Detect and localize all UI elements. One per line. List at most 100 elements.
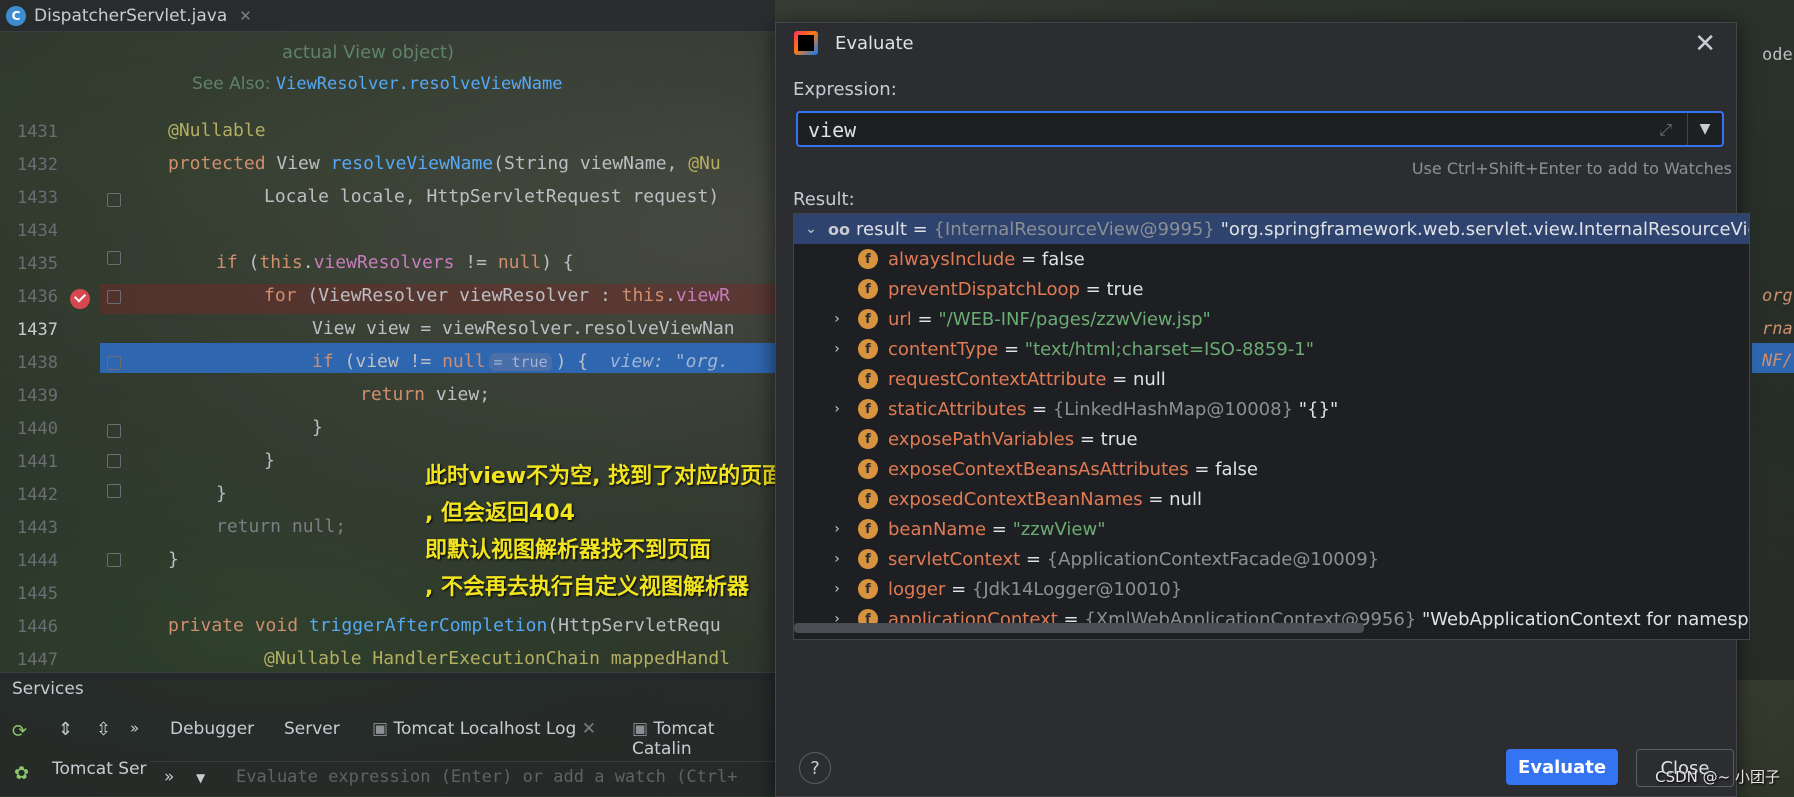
field-text: servletContext = {ApplicationContextFaca…: [888, 548, 1380, 570]
field-row[interactable]: f preventDispatchLoop = true: [794, 274, 1749, 304]
expression-input[interactable]: [806, 115, 1670, 145]
chevron-right-icon[interactable]: ›: [830, 551, 844, 567]
chevron-right-icon[interactable]: ›: [830, 311, 844, 327]
dropdown-icon[interactable]: ▼: [196, 771, 205, 785]
code-line-1441: }: [264, 450, 275, 471]
fold-marker-icon[interactable]: [107, 424, 121, 438]
code-line-1443: return null;: [216, 516, 347, 537]
more-chevron-icon[interactable]: »: [164, 767, 174, 787]
evaluate-button[interactable]: Evaluate: [1506, 749, 1618, 785]
tab-tomcat-localhost-log[interactable]: ▣ Tomcat Localhost Log ✕: [372, 719, 596, 739]
code-line-1442: }: [216, 483, 227, 504]
field-row[interactable]: › f url = "/WEB-INF/pages/zzwView.jsp": [794, 304, 1749, 334]
fold-marker-icon[interactable]: [107, 251, 121, 265]
close-tab-icon[interactable]: ✕: [239, 7, 252, 25]
collapse-all-icon[interactable]: ⇳: [96, 719, 111, 740]
field-text: exposePathVariables = true: [888, 428, 1138, 450]
rerun-icon[interactable]: ⟳: [12, 721, 27, 742]
field-text: messageSourceAccessor = {MessageSourceAc…: [888, 639, 1456, 640]
fold-marker-icon[interactable]: [107, 484, 121, 498]
field-row[interactable]: ›fmessageSourceAccessor = {MessageSource…: [794, 634, 1749, 640]
line-number[interactable]: 1446: [0, 617, 58, 637]
help-button[interactable]: ?: [799, 752, 831, 784]
java-class-icon: C: [6, 5, 26, 26]
code-line-1440: }: [312, 417, 323, 438]
field-row[interactable]: › f logger = {Jdk14Logger@10010}: [794, 574, 1749, 604]
line-number[interactable]: 1438: [0, 353, 58, 373]
field-icon: f: [858, 579, 878, 599]
field-value: true: [1106, 278, 1144, 300]
field-icon: f: [858, 369, 878, 389]
fold-marker-icon[interactable]: [107, 356, 121, 370]
close-tab-icon[interactable]: ✕: [582, 719, 596, 739]
close-icon[interactable]: ✕: [1694, 29, 1716, 59]
expand-editor-icon[interactable]: ⤢: [1659, 120, 1672, 140]
field-icon: f: [858, 489, 878, 509]
line-number[interactable]: 1439: [0, 386, 58, 406]
breakpoint-icon[interactable]: [70, 289, 90, 309]
annotation-line: 此时view不为空, 找到了对应的页面: [425, 464, 785, 489]
right-edge-fragment: org: [1762, 286, 1793, 306]
field-text: contentType = "text/html;charset=ISO-885…: [888, 338, 1314, 360]
fold-marker-icon[interactable]: [107, 193, 121, 207]
evaluate-expression-bar[interactable]: » ▼ Evaluate expression (Enter) or add a…: [150, 761, 775, 794]
line-number[interactable]: 1436: [0, 287, 58, 307]
right-edge-fragment: NF/: [1762, 351, 1793, 371]
expression-field[interactable]: ⤢ ▼: [796, 111, 1724, 147]
line-number[interactable]: 1435: [0, 254, 58, 274]
code-line-1436: for (ViewResolver viewResolver : this.vi…: [264, 285, 731, 306]
field-row[interactable]: f exposePathVariables = true: [794, 424, 1749, 454]
tab-tomcat-catalina-log[interactable]: ▣ Tomcat Catalin: [632, 719, 775, 759]
line-number[interactable]: 1441: [0, 452, 58, 472]
chevron-right-icon[interactable]: ›: [830, 401, 844, 417]
field-row[interactable]: f alwaysInclude = false: [794, 244, 1749, 274]
line-number[interactable]: 1447: [0, 650, 58, 670]
chevron-right-icon[interactable]: ›: [830, 341, 844, 357]
more-chevron-icon[interactable]: »: [130, 719, 139, 737]
line-number[interactable]: 1432: [0, 155, 58, 175]
result-tree[interactable]: ⌄ oo result = {InternalResourceView@9995…: [793, 213, 1750, 640]
line-number[interactable]: 1442: [0, 485, 58, 505]
field-text: logger = {Jdk14Logger@10010}: [888, 578, 1183, 600]
see-also-link[interactable]: ViewResolver.resolveViewName: [276, 74, 563, 94]
chevron-right-icon[interactable]: ›: [830, 581, 844, 597]
line-number[interactable]: 1440: [0, 419, 58, 439]
fold-marker-icon[interactable]: [107, 553, 121, 567]
field-row[interactable]: f exposedContextBeanNames = null: [794, 484, 1749, 514]
code-line-1437: View view = viewResolver.resolveViewNan: [312, 318, 735, 339]
line-number[interactable]: 1443: [0, 518, 58, 538]
result-root-row[interactable]: ⌄ oo result = {InternalResourceView@9995…: [794, 214, 1749, 244]
field-row[interactable]: › f contentType = "text/html;charset=ISO-8…: [794, 334, 1749, 364]
chevron-right-icon[interactable]: ›: [830, 521, 844, 537]
field-row[interactable]: f exposeContextBeansAsAttributes = false: [794, 454, 1749, 484]
field-value: "text/html;charset=ISO-8859-1": [1024, 338, 1314, 360]
watches-hint: Use Ctrl+Shift+Enter to add to Watches: [1411, 159, 1732, 178]
field-row[interactable]: › f servletContext = {ApplicationContextFa…: [794, 544, 1749, 574]
line-number[interactable]: 1445: [0, 584, 58, 604]
chevron-down-icon[interactable]: ⌄: [804, 221, 818, 237]
tab-server[interactable]: Server: [284, 719, 340, 739]
horizontal-scrollbar[interactable]: [794, 623, 1364, 633]
tab-dispatcherservlet[interactable]: C DispatcherServlet.java ✕: [6, 0, 252, 31]
field-icon: f: [858, 459, 878, 479]
line-number[interactable]: 1431: [0, 122, 58, 142]
line-number[interactable]: 1433: [0, 188, 58, 208]
fold-marker-icon[interactable]: [107, 290, 121, 304]
expand-all-icon[interactable]: ⇕: [58, 719, 73, 740]
field-value: true: [1100, 428, 1138, 450]
tab-debugger[interactable]: Debugger: [170, 719, 254, 739]
code-line-1438: if (view != null = true) { view: "org.: [312, 351, 730, 372]
evaluate-dialog: Evaluate ✕ Expression: ⤢ ▼ Use Ctrl+Shif…: [775, 22, 1750, 797]
history-dropdown-icon[interactable]: ▼: [1687, 113, 1722, 145]
line-number[interactable]: 1434: [0, 221, 58, 241]
tomcat-icon: ✿: [14, 763, 30, 784]
field-name: logger: [888, 578, 946, 600]
tomcat-server-item[interactable]: Tomcat Ser: [52, 759, 147, 779]
field-row[interactable]: › f beanName = "zzwView": [794, 514, 1749, 544]
field-name: exposeContextBeansAsAttributes: [888, 458, 1189, 480]
line-number[interactable]: 1437: [0, 320, 58, 340]
field-row[interactable]: f requestContextAttribute = null: [794, 364, 1749, 394]
line-number[interactable]: 1444: [0, 551, 58, 571]
fold-marker-icon[interactable]: [107, 454, 121, 468]
field-row[interactable]: › f staticAttributes = {LinkedHashMap@1000…: [794, 394, 1749, 424]
